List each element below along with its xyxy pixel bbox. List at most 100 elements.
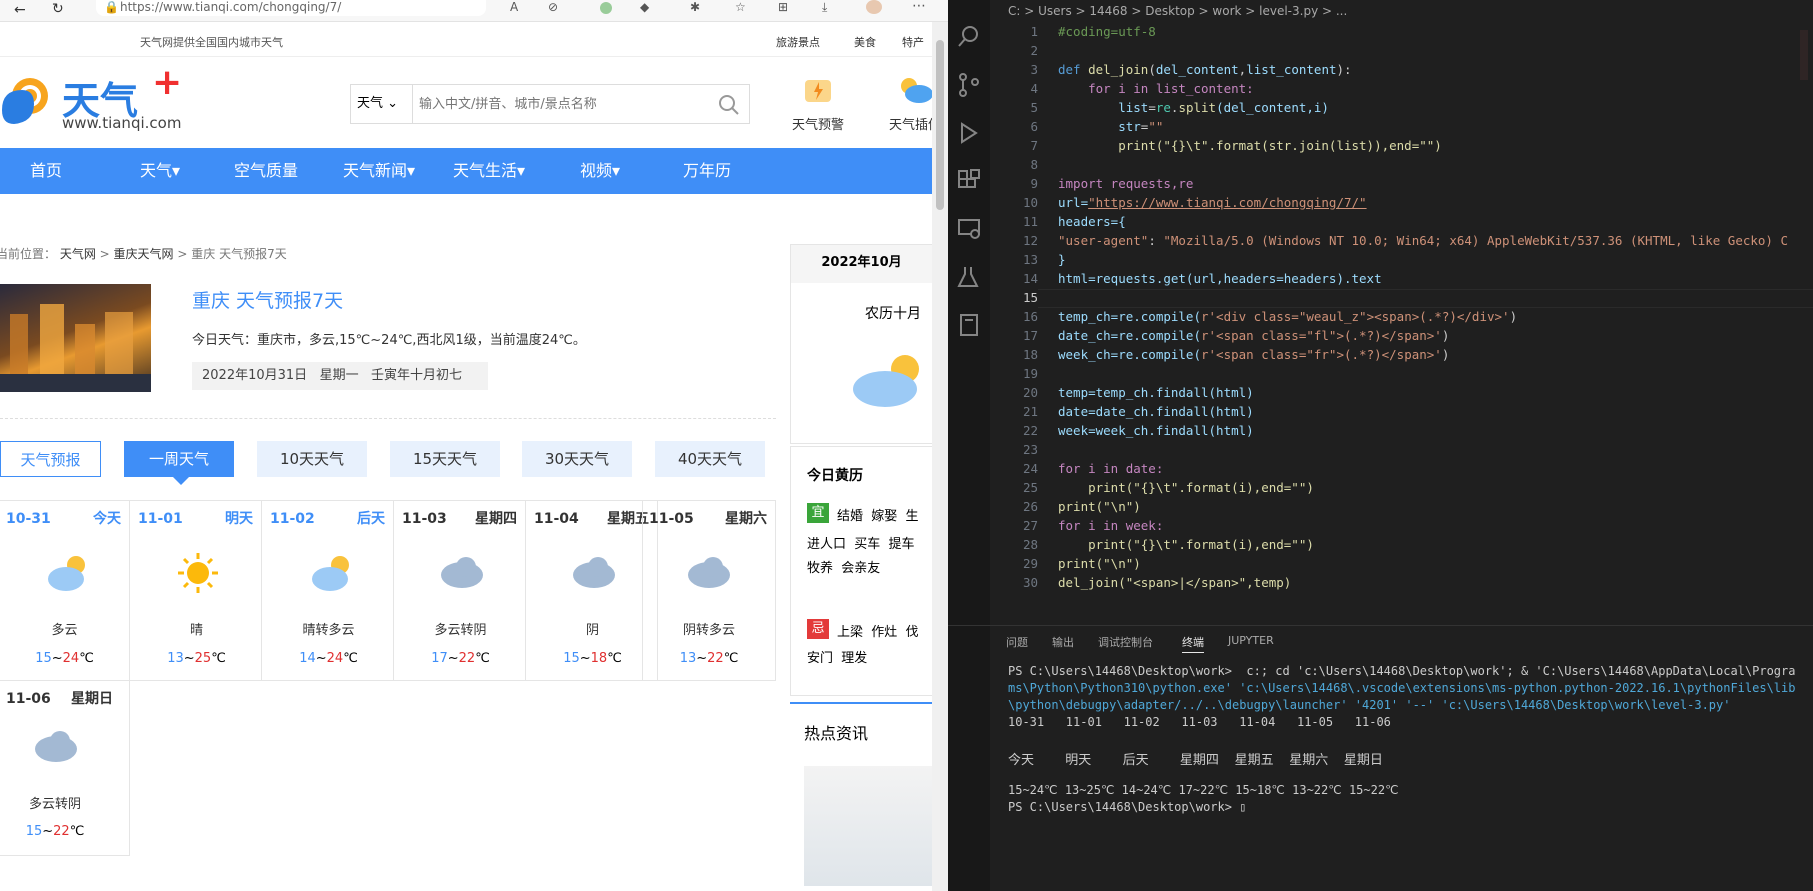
source-control-icon[interactable]: [956, 72, 982, 98]
read-aloud-icon[interactable]: A: [510, 0, 518, 14]
back-icon[interactable]: ←: [14, 2, 26, 18]
code-line[interactable]: html=requests.get(url,headers=headers).t…: [1058, 271, 1382, 286]
favorites-icon[interactable]: ☆: [735, 0, 746, 14]
nav-weather[interactable]: 天气▾: [140, 148, 180, 194]
code-line[interactable]: print("{}\t".format(str.join(list)),end=…: [1058, 138, 1442, 153]
terminal-line[interactable]: PS C:\Users\14468\Desktop\work> ▯: [1008, 800, 1246, 814]
hot-news-title: 热点资讯: [804, 724, 869, 743]
collections-icon[interactable]: ⊞: [778, 0, 788, 14]
line-number: 12: [1022, 233, 1038, 248]
testing-icon[interactable]: [956, 264, 982, 290]
top-link-travel[interactable]: 旅游景点: [776, 34, 820, 50]
token: date_ch=re.compile(: [1058, 328, 1201, 343]
day-card[interactable]: 11-05 星期六 阴转多云 13~22℃: [642, 501, 776, 681]
editor-breadcrumb[interactable]: C: > Users > 14468 > Desktop > work > le…: [1008, 4, 1347, 18]
ji-badge: 忌: [807, 619, 829, 639]
day-week: 明天: [225, 511, 253, 527]
terminal-line: 10-31 11-01 11-02 11-03 11-04 11-05 11-0…: [1008, 715, 1391, 729]
topbar-text: 天气网提供全国国内城市天气: [140, 36, 283, 49]
line-number: 25: [1022, 480, 1038, 495]
scrollbar-thumb[interactable]: [936, 40, 944, 210]
token: :: [1148, 233, 1164, 248]
code-line[interactable]: print("{}\t".format(i),end=""): [1058, 480, 1314, 495]
day-card[interactable]: 10-31 今天 多云 15~24℃: [0, 501, 130, 681]
code-line[interactable]: print("{}\t".format(i),end=""): [1058, 537, 1314, 552]
avatar[interactable]: [866, 0, 882, 14]
breadcrumb-home[interactable]: 天气网: [60, 247, 96, 261]
weather-warning-link[interactable]: 天气预警: [788, 74, 848, 136]
top-link-food[interactable]: 美食: [854, 34, 876, 50]
code-line[interactable]: date_ch=re.compile(r'<span class="fl">(.…: [1058, 328, 1449, 343]
nav-air-quality[interactable]: 空气质量: [234, 148, 298, 194]
code-line[interactable]: temp=temp_ch.findall(html): [1058, 385, 1254, 400]
url-text[interactable]: https://www.tianqi.com/chongqing/7/: [120, 0, 341, 14]
address-bar[interactable]: ← ↻ 🔒 https://www.tianqi.com/chongqing/7…: [0, 0, 948, 22]
nav-home[interactable]: 首页: [30, 148, 62, 194]
code-line[interactable]: week_ch=re.compile(r'<span class="fr">(.…: [1058, 347, 1449, 362]
remote-explorer-icon[interactable]: [956, 216, 982, 242]
nav-news[interactable]: 天气新闻▾: [343, 148, 415, 194]
code-line[interactable]: date=date_ch.findall(html): [1058, 404, 1254, 419]
search-input[interactable]: [419, 91, 699, 117]
temp-unit: ℃: [723, 651, 739, 666]
day-card[interactable]: 11-04 星期五 阴 15~18℃: [528, 501, 658, 681]
panel-tab-jupyter[interactable]: JUPYTER: [1228, 634, 1274, 647]
line-number: 13: [1022, 252, 1038, 267]
nav-video[interactable]: 视频▾: [580, 148, 620, 194]
jupyter-icon[interactable]: [956, 312, 982, 338]
tab-10-day[interactable]: 10天天气: [257, 441, 367, 477]
tracking-icon[interactable]: ⊘: [548, 0, 558, 14]
shield-icon[interactable]: ◆: [640, 0, 649, 14]
tab-40-day[interactable]: 40天天气: [655, 441, 765, 477]
day-condition: 晴转多云: [302, 623, 355, 638]
code-line[interactable]: del_join("<span>|</span>",temp): [1058, 575, 1291, 590]
news-thumbnail[interactable]: [804, 766, 932, 886]
code-line[interactable]: week=week_ch.findall(html): [1058, 423, 1254, 438]
site-logo[interactable]: 天气 + www.tianqi.com: [0, 62, 200, 138]
tab-forecast[interactable]: 天气预报: [0, 441, 101, 477]
nav-life[interactable]: 天气生活▾: [453, 148, 525, 194]
download-icon[interactable]: ⤓: [822, 0, 827, 15]
extension-icon[interactable]: [600, 2, 612, 14]
extensions-icon[interactable]: [956, 168, 982, 194]
code-line[interactable]: print("\n"): [1058, 499, 1141, 514]
day-card[interactable]: 11-01 明天 晴 13~25℃: [132, 501, 262, 681]
token: del_join: [1088, 62, 1149, 77]
top-link-specialty[interactable]: 特产: [902, 34, 924, 50]
breadcrumb-city[interactable]: 重庆天气网: [114, 247, 174, 261]
run-debug-icon[interactable]: [956, 120, 982, 146]
code-line[interactable]: "user-agent": "Mozilla/5.0 (Windows NT 1…: [1058, 233, 1788, 248]
code-line[interactable]: for i in week:: [1058, 518, 1163, 533]
refresh-icon[interactable]: ↻: [52, 1, 64, 17]
code-line[interactable]: import requests,re: [1058, 176, 1193, 191]
code-line[interactable]: temp_ch=re.compile(r'<div class="weaul_z…: [1058, 309, 1517, 324]
tab-week[interactable]: 一周天气: [124, 441, 234, 477]
nav-calendar[interactable]: 万年历: [683, 148, 731, 194]
more-icon[interactable]: ⋯: [912, 0, 926, 14]
token[interactable]: "https://www.tianqi.com/chongqing/7/": [1088, 195, 1366, 210]
panel-tab-terminal[interactable]: 终端: [1182, 634, 1204, 653]
code-line[interactable]: for i in date:: [1058, 461, 1163, 476]
code-line[interactable]: print("\n"): [1058, 556, 1141, 571]
day-card[interactable]: 11-03 星期四 多云转阴 17~22℃: [396, 501, 526, 681]
tab-15-day[interactable]: 15天天气: [390, 441, 500, 477]
tab-30-day[interactable]: 30天天气: [522, 441, 632, 477]
code-line[interactable]: str="": [1058, 119, 1163, 134]
panel-tab-debug-console[interactable]: 调试控制台: [1098, 634, 1153, 650]
code-line[interactable]: #coding=utf-8: [1058, 24, 1156, 39]
code-line[interactable]: list=re.split(del_content,i): [1058, 100, 1329, 115]
code-line[interactable]: for i in list_content:: [1058, 81, 1254, 96]
token: del_content: [1155, 62, 1239, 77]
search-icon[interactable]: [719, 95, 739, 115]
day-card[interactable]: 11-06 星期日 多云转阴 15~22℃: [0, 681, 130, 856]
search-icon[interactable]: [956, 24, 982, 50]
search-type-select[interactable]: 天气 ⌄: [351, 85, 413, 123]
puzzle-icon[interactable]: ✱: [690, 0, 700, 14]
code-line[interactable]: }: [1058, 252, 1066, 267]
code-line[interactable]: url="https://www.tianqi.com/chongqing/7/…: [1058, 195, 1367, 210]
panel-tab-problems[interactable]: 问题: [1006, 634, 1028, 650]
code-line[interactable]: headers={: [1058, 214, 1126, 229]
panel-tab-output[interactable]: 输出: [1052, 634, 1074, 650]
code-line[interactable]: def del_join(del_content,list_content):: [1058, 62, 1352, 77]
day-card[interactable]: 11-02 后天 晴转多云 14~24℃: [264, 501, 394, 681]
